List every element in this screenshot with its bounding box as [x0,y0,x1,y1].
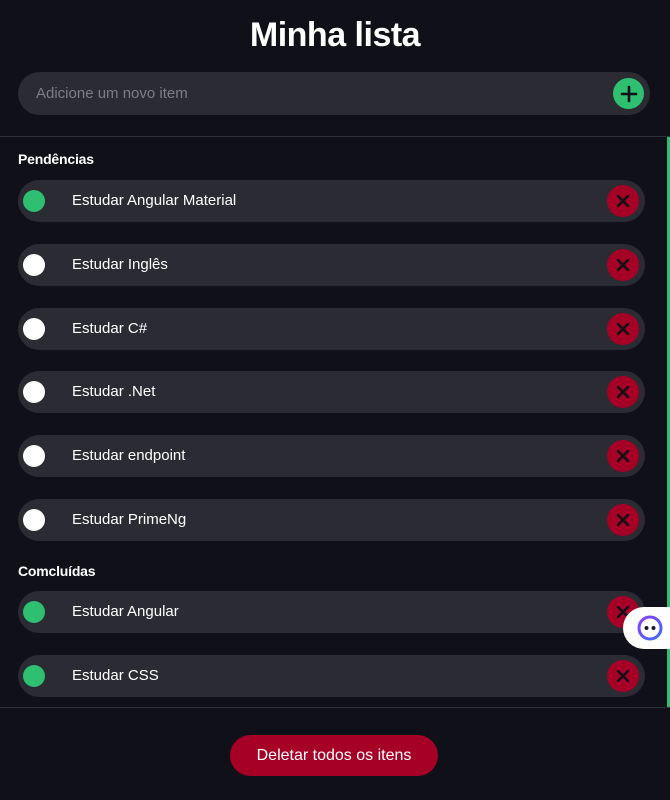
list-item: Estudar Angular [18,591,645,633]
close-icon [616,385,630,399]
delete-item-button[interactable] [607,313,639,345]
item-label: Estudar Angular Material [72,192,237,209]
delete-item-button[interactable] [607,185,639,217]
list-item: Estudar C# [18,308,645,350]
plus-icon [620,85,637,102]
item-label: Estudar endpoint [72,447,186,464]
checkbox[interactable] [23,190,45,212]
item-label: Estudar Inglês [72,256,168,273]
checkbox[interactable] [23,318,45,340]
close-icon [616,194,630,208]
close-icon [616,322,630,336]
add-item-bar [18,72,650,115]
delete-item-button[interactable] [607,660,639,692]
item-label: Estudar PrimeNg [72,511,187,528]
list-item: Estudar Inglês [18,244,645,286]
section-title-completed: Comcluídas [18,563,96,579]
list-item: Estudar CSS [18,655,645,697]
list-item: Estudar endpoint [18,435,645,477]
item-label: Estudar .Net [72,383,156,400]
item-label: Estudar CSS [72,667,159,684]
delete-item-button[interactable] [607,504,639,536]
page-title: Minha lista [249,16,421,54]
checkbox[interactable] [23,381,45,403]
checkbox[interactable] [23,445,45,467]
item-label: Estudar Angular [72,603,179,620]
close-icon [616,669,630,683]
close-icon [616,513,630,527]
checkbox[interactable] [23,665,45,687]
task-list[interactable]: Pendências Estudar Angular Material Estu… [0,137,670,707]
checkbox[interactable] [23,601,45,623]
list-item: Estudar Angular Material [18,180,645,222]
item-label: Estudar C# [72,320,148,337]
delete-item-button[interactable] [607,249,639,281]
add-item-button[interactable] [613,78,644,109]
assistant-face-icon [637,615,663,641]
delete-item-button[interactable] [607,376,639,408]
checkbox[interactable] [23,254,45,276]
delete-all-button[interactable]: Deletar todos os itens [230,735,438,776]
section-title-pending: Pendências [18,151,94,167]
new-item-input[interactable] [36,72,596,115]
close-icon [616,449,630,463]
delete-item-button[interactable] [607,440,639,472]
bottom-divider [0,707,670,708]
close-icon [616,258,630,272]
list-item: Estudar PrimeNg [18,499,645,541]
list-item: Estudar .Net [18,371,645,413]
checkbox[interactable] [23,509,45,531]
assistant-widget[interactable] [623,607,670,649]
